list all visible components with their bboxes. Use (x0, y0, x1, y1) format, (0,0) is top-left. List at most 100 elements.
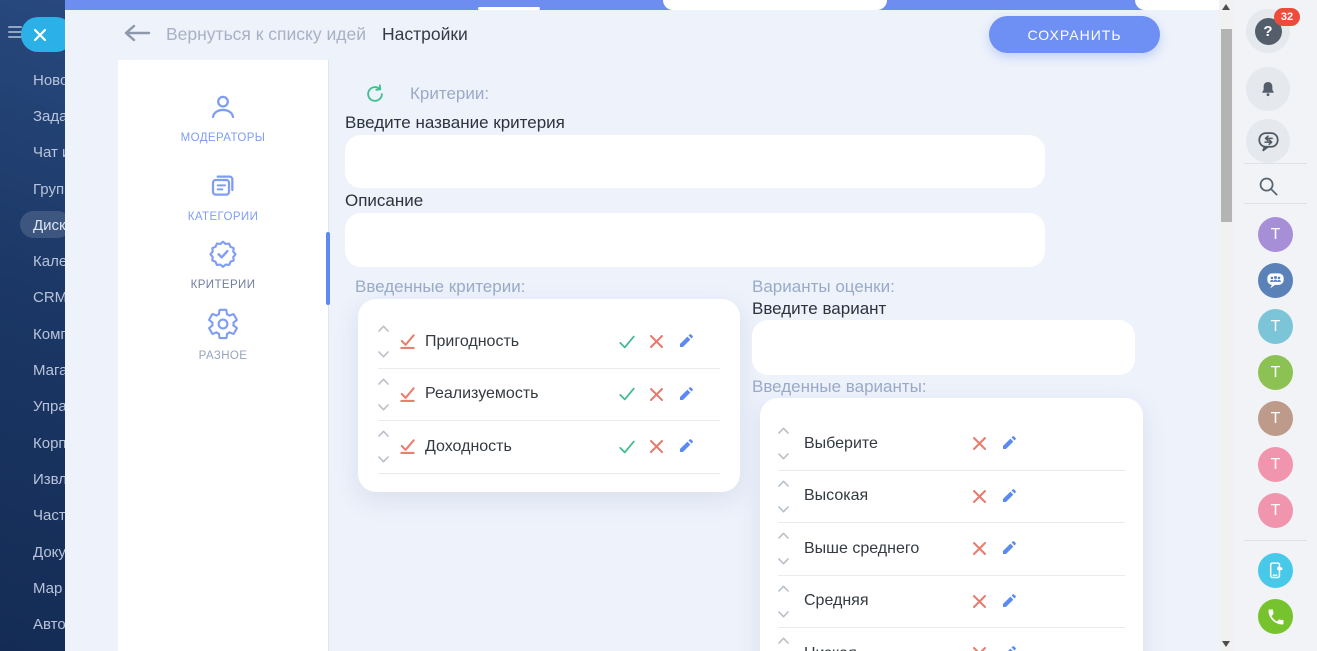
delete-icon[interactable] (649, 387, 664, 402)
sidebar-menu-item[interactable]: Груп (0, 171, 65, 207)
hamburger-menu-icon[interactable] (8, 26, 22, 41)
sidebar-menu-item[interactable]: Авто (0, 606, 65, 642)
move-up-icon[interactable] (778, 637, 796, 644)
edit-icon[interactable] (677, 438, 694, 455)
delete-icon[interactable] (649, 334, 664, 349)
variant-row: Выберите (778, 418, 1125, 471)
settings-tabs-panel: МОДЕРАТОРЫ КАТЕГОРИИ КРИТЕРИИ РАЗНОЕ (118, 60, 329, 651)
sidebar-menu-item[interactable]: Зада (0, 98, 65, 134)
entered-criteria-title: Введенные критерии: (355, 277, 525, 297)
sidebar-menu-item[interactable]: CRM (0, 280, 65, 316)
move-down-icon[interactable] (378, 456, 396, 463)
move-up-icon[interactable] (378, 325, 396, 332)
move-up-icon[interactable] (778, 427, 796, 434)
delete-icon[interactable] (649, 439, 664, 454)
sidebar-menu-item[interactable]: Чат и (0, 135, 65, 171)
sidebar-menu-item[interactable]: Комп (0, 316, 65, 352)
delete-icon[interactable] (972, 436, 987, 451)
user-avatar[interactable]: T (1258, 217, 1293, 252)
back-to-ideas-link[interactable]: Вернуться к списку идей (166, 24, 366, 45)
criterion-description-input[interactable] (345, 213, 1045, 267)
confirm-icon[interactable] (618, 334, 636, 350)
messenger-button[interactable] (1246, 119, 1290, 163)
variant-actions (972, 540, 1017, 557)
refresh-icon[interactable] (364, 83, 386, 110)
confirm-icon[interactable] (618, 439, 636, 455)
sidebar-menu-item[interactable]: Доку (0, 534, 65, 570)
variant-actions (972, 435, 1017, 452)
edit-icon[interactable] (1000, 435, 1017, 452)
move-up-icon[interactable] (778, 480, 796, 487)
back-arrow-icon[interactable] (123, 23, 151, 48)
move-up-icon[interactable] (378, 430, 396, 437)
top-search-field-partial[interactable] (663, 0, 887, 10)
toolbar-divider (1244, 540, 1307, 541)
user-avatar[interactable]: T (1258, 309, 1293, 344)
edit-icon[interactable] (677, 386, 694, 403)
tab-criteria[interactable]: КРИТЕРИИ (118, 238, 328, 291)
tab-moderators[interactable]: МОДЕРАТОРЫ (118, 91, 328, 144)
sidebar-menu-item[interactable]: Кале (0, 243, 65, 279)
move-down-icon[interactable] (378, 351, 396, 358)
move-up-icon[interactable] (778, 532, 796, 539)
criterion-name-input[interactable] (345, 135, 1045, 188)
edit-icon[interactable] (1000, 645, 1017, 651)
scroll-down-icon[interactable] (1222, 641, 1230, 647)
save-button[interactable]: СОХРАНИТЬ (989, 16, 1160, 53)
sidebar-menu: НовоЗадаЧат иГрупДискКалеCRMКомпМагаУпра… (0, 62, 65, 643)
move-down-icon[interactable] (778, 611, 796, 618)
criterion-actions (618, 386, 694, 403)
criterion-label: Доходность (425, 438, 618, 456)
sidebar-menu-item[interactable]: Корп (0, 425, 65, 461)
edit-icon[interactable] (1000, 593, 1017, 610)
top-header-strip (65, 0, 1219, 10)
sidebar-menu-item[interactable]: Мар (0, 570, 65, 606)
sidebar-menu-item[interactable]: Мага (0, 352, 65, 388)
notifications-button[interactable] (1246, 67, 1290, 111)
user-avatar[interactable]: T (1258, 401, 1293, 436)
criteria-section-title: Критерии: (410, 84, 489, 104)
move-down-icon[interactable] (378, 404, 396, 411)
sidebar-menu-item[interactable]: Упра (0, 389, 65, 425)
move-down-icon[interactable] (778, 453, 796, 460)
user-avatar[interactable]: T (1258, 493, 1293, 528)
move-down-icon[interactable] (778, 506, 796, 513)
variant-actions (972, 593, 1017, 610)
scroll-up-icon[interactable] (1222, 4, 1230, 10)
sidebar-menu-item[interactable]: Извл (0, 461, 65, 497)
page-title: Настройки (382, 24, 468, 45)
delete-icon[interactable] (972, 594, 987, 609)
vertical-scrollbar[interactable] (1219, 0, 1234, 651)
telephony-avatar[interactable] (1258, 599, 1293, 634)
sidebar-menu-item[interactable]: Част (0, 498, 65, 534)
edit-icon[interactable] (1000, 488, 1017, 505)
search-icon[interactable] (1257, 175, 1280, 198)
delete-icon[interactable] (972, 646, 987, 651)
variant-input-label: Введите вариант (752, 299, 886, 319)
variant-row: Выше среднего (778, 523, 1125, 576)
criterion-mark-icon (398, 332, 417, 351)
move-down-icon[interactable] (778, 558, 796, 565)
sidebar-close-button[interactable] (21, 17, 65, 52)
tab-misc[interactable]: РАЗНОЕ (118, 307, 328, 362)
user-avatar[interactable]: T (1258, 355, 1293, 390)
sidebar-menu-item[interactable]: Ново (0, 62, 65, 98)
variant-row: Средняя (778, 576, 1125, 629)
variant-label: Высокая (804, 487, 972, 505)
tab-categories[interactable]: КАТЕГОРИИ (118, 170, 328, 223)
move-up-icon[interactable] (778, 585, 796, 592)
mobile-app-avatar[interactable] (1258, 553, 1293, 588)
scrollbar-thumb[interactable] (1221, 29, 1232, 222)
move-up-icon[interactable] (378, 378, 396, 385)
edit-icon[interactable] (1000, 540, 1017, 557)
user-avatar[interactable]: T (1258, 447, 1293, 482)
delete-icon[interactable] (972, 489, 987, 504)
delete-icon[interactable] (972, 541, 987, 556)
group-chat-avatar[interactable] (1258, 263, 1293, 298)
variant-input[interactable] (752, 320, 1135, 375)
sidebar-menu-item[interactable]: Диск (0, 207, 65, 243)
confirm-icon[interactable] (618, 386, 636, 402)
edit-icon[interactable] (677, 333, 694, 350)
active-tab-indicator (326, 232, 330, 305)
reorder-control (378, 378, 396, 411)
